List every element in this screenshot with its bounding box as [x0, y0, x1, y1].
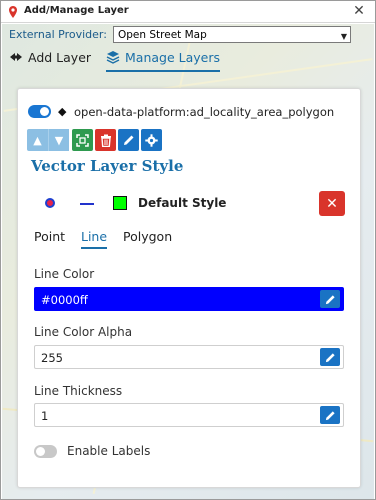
tab-polygon[interactable]: Polygon — [123, 229, 172, 244]
title-bar[interactable]: Add/Manage Layer ✕ — [1, 1, 375, 23]
provider-label: External Provider: — [9, 28, 107, 41]
line-color-value: #0000ff — [41, 293, 88, 307]
edit-line-color-button[interactable] — [320, 290, 340, 308]
tab-point[interactable]: Point — [34, 229, 65, 244]
close-window-button[interactable]: ✕ — [351, 3, 367, 19]
layer-visibility-toggle[interactable] — [28, 105, 51, 118]
caret-up-icon: ▲ — [33, 133, 42, 147]
pencil-icon — [325, 410, 335, 420]
tab-add-layer[interactable]: Add Layer — [9, 46, 91, 68]
move-layer-up-button[interactable]: ▲ — [27, 129, 48, 151]
enable-labels-label: Enable Labels — [67, 444, 151, 458]
line-thickness-label: Line Thickness — [34, 384, 123, 398]
delete-layer-button[interactable] — [95, 129, 116, 151]
pencil-icon — [325, 294, 335, 304]
active-tab-indicator — [81, 247, 108, 249]
diamond-icon: ◆ — [58, 105, 67, 118]
line-color-alpha-field[interactable]: 255 — [34, 345, 344, 369]
map-marker-icon — [9, 6, 17, 18]
layer-name: open-data-platform:ad_locality_area_poly… — [74, 105, 335, 119]
provider-selected-value: Open Street Map — [118, 29, 207, 41]
line-color-alpha-value: 255 — [41, 351, 63, 365]
pencil-icon — [123, 135, 133, 145]
edit-line-color-alpha-button[interactable] — [320, 348, 340, 366]
point-style-swatch — [45, 198, 55, 208]
layers-icon — [106, 51, 120, 64]
enable-labels-row: Enable Labels — [34, 443, 234, 461]
move-layer-down-button[interactable]: ▼ — [48, 129, 69, 151]
enable-labels-toggle[interactable] — [34, 445, 57, 458]
style-name: Default Style — [138, 196, 227, 210]
style-row: Default Style ✕ — [40, 191, 350, 217]
active-tab-indicator — [106, 70, 220, 72]
gear-icon — [145, 133, 158, 147]
geometry-tabs: Point Line Polygon — [34, 229, 334, 251]
window-title: Add/Manage Layer — [24, 5, 129, 16]
vector-layer-style-heading: Vector Layer Style — [31, 157, 184, 175]
layer-row: ◆ open-data-platform:ad_locality_area_po… — [28, 103, 358, 121]
zoom-extent-icon — [76, 133, 89, 147]
top-tabs: Add Layer Manage Layers — [9, 46, 369, 72]
manage-layers-panel: ◆ open-data-platform:ad_locality_area_po… — [17, 88, 361, 488]
chevron-down-icon: ▼ — [340, 32, 347, 41]
layer-settings-button[interactable] — [141, 129, 162, 151]
line-style-swatch — [80, 203, 94, 205]
tab-add-layer-label: Add Layer — [28, 49, 92, 65]
tab-manage-layers[interactable]: Manage Layers — [106, 46, 220, 72]
line-color-field[interactable]: #0000ff — [34, 287, 344, 311]
tab-manage-layers-label: Manage Layers — [125, 49, 220, 65]
edit-layer-button[interactable] — [118, 129, 139, 151]
add-layer-icon — [10, 53, 22, 61]
polygon-style-swatch — [113, 196, 127, 210]
line-thickness-value: 1 — [41, 409, 49, 423]
tab-line-label: Line — [81, 229, 108, 244]
caret-down-icon: ▼ — [54, 133, 64, 147]
line-color-alpha-label: Line Color Alpha — [34, 325, 133, 339]
provider-row: External Provider: Open Street Map ▼ — [9, 26, 354, 44]
remove-style-button[interactable]: ✕ — [319, 191, 345, 216]
pencil-icon — [325, 352, 335, 362]
layer-toolbar: ▲ ▼ — [27, 129, 187, 151]
tab-line[interactable]: Line — [81, 229, 108, 249]
line-thickness-field[interactable]: 1 — [34, 403, 344, 427]
zoom-to-layer-button[interactable] — [72, 129, 93, 151]
edit-line-thickness-button[interactable] — [320, 406, 340, 424]
close-icon: ✕ — [326, 195, 338, 212]
provider-select[interactable]: Open Street Map ▼ — [113, 26, 351, 43]
add-manage-layer-window: Add/Manage Layer ✕ External Provider: Op… — [0, 0, 376, 500]
trash-icon — [100, 134, 111, 147]
line-color-label: Line Color — [34, 267, 95, 281]
